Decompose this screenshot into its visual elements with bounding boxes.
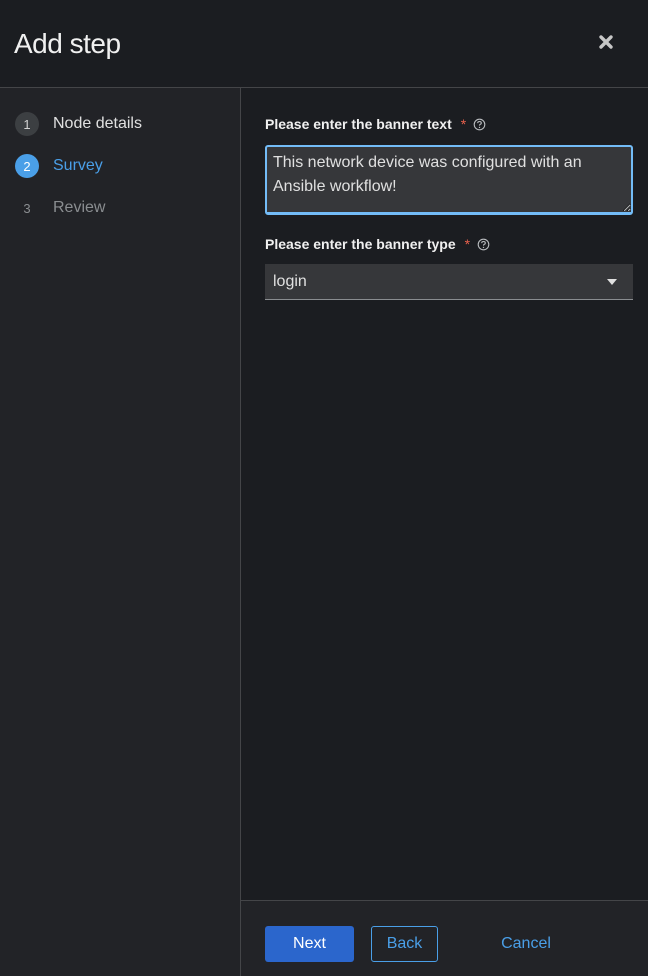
step-label: Node details [53,115,142,132]
banner-type-selected-value: login [273,272,307,290]
cancel-button[interactable]: Cancel [491,926,561,962]
wizard-nav: 1 Node details 2 Survey 3 Review [0,88,241,976]
step-number: 1 [15,112,39,136]
step-number: 2 [15,154,39,178]
help-circle-icon[interactable] [477,238,490,251]
close-icon [599,35,613,49]
wizard-step-review[interactable]: 3 Review [15,196,105,220]
wizard-step-survey[interactable]: 2 Survey [15,154,103,178]
banner-type-label: Please enter the banner type * [265,236,490,252]
required-marker: * [464,236,471,252]
banner-text-label-text: Please enter the banner text [265,116,452,132]
step-label: Survey [53,157,103,174]
next-button[interactable]: Next [265,926,354,962]
close-button[interactable] [594,30,618,54]
required-marker: * [460,116,467,132]
step-number: 3 [23,200,31,216]
wizard-step-node-details[interactable]: 1 Node details [15,112,142,136]
banner-text-input[interactable] [265,145,633,215]
wizard-footer: Next Back Cancel [241,900,648,976]
banner-type-select[interactable]: login [265,264,633,300]
survey-form: Please enter the banner text * Please en… [241,88,648,900]
modal-title: Add step [14,28,121,59]
step-label: Review [53,199,106,216]
modal-header: Add step [0,0,648,88]
banner-text-label: Please enter the banner text * [265,116,486,132]
caret-down-icon [607,278,617,285]
banner-type-label-text: Please enter the banner type [265,236,456,252]
help-circle-icon[interactable] [473,118,486,131]
back-button[interactable]: Back [371,926,438,962]
add-step-modal: Add step 1 Node details 2 Survey 3 Revie… [0,0,648,976]
